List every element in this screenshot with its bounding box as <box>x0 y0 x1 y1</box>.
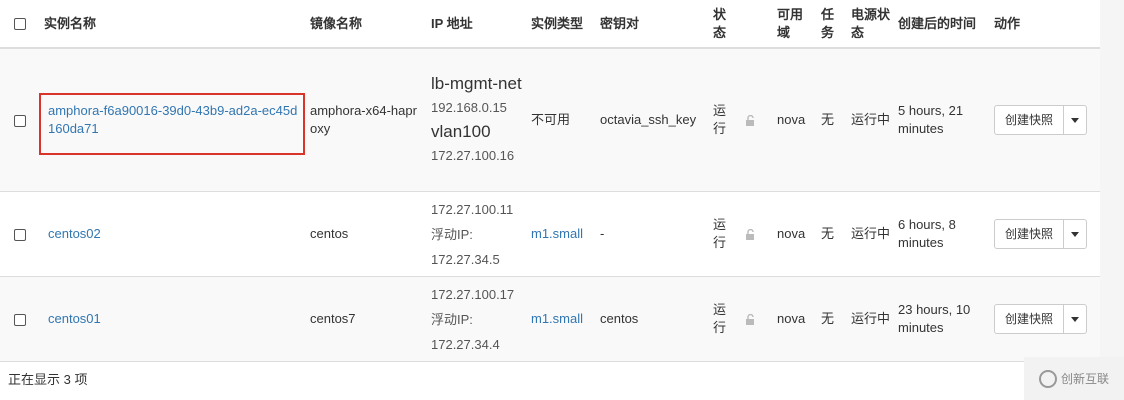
age-cell: 23 hours, 10 minutes <box>894 276 990 362</box>
caret-down-icon <box>1071 231 1080 237</box>
col-header-task[interactable]: 任务 <box>817 0 847 49</box>
table-row: centos01 centos7 172.27.100.17 浮动IP: 172… <box>0 276 1100 362</box>
unlock-icon[interactable] <box>745 313 757 326</box>
floating-ip-address: 172.27.34.4 <box>431 336 500 352</box>
actions-dropdown-toggle[interactable] <box>1064 220 1086 248</box>
power-state-cell: 运行中 <box>847 191 894 277</box>
keypair-cell: centos <box>596 276 709 362</box>
instance-name-link[interactable]: centos01 <box>48 311 101 326</box>
image-name-cell: centos7 <box>306 276 427 362</box>
ip-address: 172.27.100.16 <box>431 148 515 163</box>
col-header-power[interactable]: 电源状态 <box>847 0 894 49</box>
ip-address: 192.168.0.15 <box>431 100 507 115</box>
instance-name-cell: centos01 <box>40 276 306 362</box>
lock-cell[interactable] <box>741 191 773 277</box>
watermark-logo: 创新互联 <box>1024 357 1124 400</box>
action-button-group: 创建快照 <box>994 105 1088 135</box>
ip-address: 172.27.100.11 <box>431 201 514 217</box>
task-cell: 无 <box>817 191 847 277</box>
row-select-cell[interactable] <box>0 191 40 277</box>
unlock-icon[interactable] <box>745 228 757 241</box>
instances-table: 实例名称 镜像名称 IP 地址 实例类型 密钥对 状态 可用域 任务 电源状态 … <box>0 0 1100 362</box>
actions-cell: 创建快照 <box>990 191 1100 277</box>
row-checkbox[interactable] <box>14 114 26 127</box>
task-cell: 无 <box>817 48 847 192</box>
logo-circle-icon <box>1038 369 1057 388</box>
actions-dropdown-toggle[interactable] <box>1064 106 1086 134</box>
flavor-link[interactable]: m1.small <box>531 311 583 326</box>
caret-down-icon <box>1071 117 1080 123</box>
col-header-lock <box>741 0 773 49</box>
instance-name-link[interactable]: centos02 <box>48 226 101 241</box>
floating-ip-label: 浮动IP: <box>431 311 473 327</box>
az-cell: nova <box>773 48 817 192</box>
network-name: vlan100 <box>431 122 491 141</box>
create-snapshot-button[interactable]: 创建快照 <box>995 305 1065 333</box>
table-header-row: 实例名称 镜像名称 IP 地址 实例类型 密钥对 状态 可用域 任务 电源状态 … <box>0 0 1100 49</box>
floating-ip-address: 172.27.34.5 <box>431 251 500 267</box>
action-button-group: 创建快照 <box>994 219 1088 249</box>
lock-cell[interactable] <box>741 48 773 192</box>
actions-cell: 创建快照 <box>990 276 1100 362</box>
col-header-az[interactable]: 可用域 <box>773 0 817 49</box>
image-name-cell: centos <box>306 191 427 277</box>
col-header-status[interactable]: 状态 <box>709 0 741 49</box>
age-cell: 6 hours, 8 minutes <box>894 191 990 277</box>
lock-cell[interactable] <box>741 276 773 362</box>
select-all-cell[interactable] <box>0 0 40 49</box>
instances-table-container: 实例名称 镜像名称 IP 地址 实例类型 密钥对 状态 可用域 任务 电源状态 … <box>0 0 1100 362</box>
flavor-cell: m1.small <box>527 191 596 277</box>
actions-dropdown-toggle[interactable] <box>1064 305 1086 333</box>
status-cell: 运行 <box>709 48 741 192</box>
ip-cell: 172.27.100.11 浮动IP: 172.27.34.5 <box>427 191 527 277</box>
col-header-age[interactable]: 创建后的时间 <box>894 0 990 49</box>
flavor-cell: m1.small <box>527 276 596 362</box>
image-name-cell: amphora-x64-haproxy <box>306 48 427 192</box>
highlight-annotation-box <box>39 93 305 155</box>
col-header-image[interactable]: 镜像名称 <box>306 0 427 49</box>
row-checkbox[interactable] <box>14 313 26 326</box>
action-button-group: 创建快照 <box>994 304 1088 334</box>
scrollbar-track[interactable] <box>1100 0 1124 357</box>
col-header-ip[interactable]: IP 地址 <box>427 0 527 49</box>
unlock-icon[interactable] <box>745 114 757 127</box>
col-header-flavor[interactable]: 实例类型 <box>527 0 596 49</box>
create-snapshot-button[interactable]: 创建快照 <box>995 220 1065 248</box>
ip-address: 172.27.100.17 <box>431 286 515 302</box>
age-cell: 5 hours, 21 minutes <box>894 48 990 192</box>
az-cell: nova <box>773 276 817 362</box>
col-header-actions: 动作 <box>990 0 1100 49</box>
keypair-cell: octavia_ssh_key <box>596 48 709 192</box>
power-state-cell: 运行中 <box>847 48 894 192</box>
item-count-footer: 正在显示 3 项 <box>8 372 88 387</box>
row-select-cell[interactable] <box>0 276 40 362</box>
row-checkbox[interactable] <box>14 228 26 241</box>
status-cell: 运行 <box>709 276 741 362</box>
flavor-cell: 不可用 <box>527 48 596 192</box>
task-cell: 无 <box>817 276 847 362</box>
floating-ip-label: 浮动IP: <box>431 226 473 242</box>
keypair-cell: - <box>596 191 709 277</box>
col-header-name[interactable]: 实例名称 <box>40 0 306 49</box>
ip-cell: lb-mgmt-net 192.168.0.15 vlan100 172.27.… <box>427 48 527 192</box>
instance-name-cell: centos02 <box>40 191 306 277</box>
caret-down-icon <box>1071 316 1080 322</box>
power-state-cell: 运行中 <box>847 276 894 362</box>
create-snapshot-button[interactable]: 创建快照 <box>995 106 1065 134</box>
row-select-cell[interactable] <box>0 48 40 192</box>
select-all-checkbox[interactable] <box>14 18 26 31</box>
flavor-link[interactable]: m1.small <box>531 226 583 241</box>
network-name: lb-mgmt-net <box>431 74 522 93</box>
watermark-text: 创新互联 <box>1060 372 1109 386</box>
actions-cell: 创建快照 <box>990 48 1100 192</box>
status-cell: 运行 <box>709 191 741 277</box>
az-cell: nova <box>773 191 817 277</box>
table-row: centos02 centos 172.27.100.11 浮动IP: 172.… <box>0 191 1100 277</box>
ip-cell: 172.27.100.17 浮动IP: 172.27.34.4 <box>427 276 527 362</box>
col-header-keypair[interactable]: 密钥对 <box>596 0 709 49</box>
